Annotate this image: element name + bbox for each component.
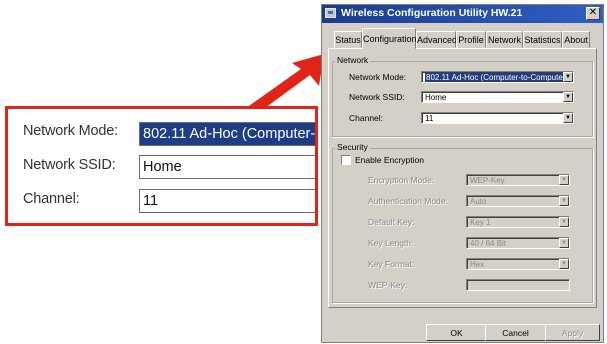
key-length-label: Key Length: [368, 238, 414, 248]
tab-advanced[interactable]: Advanced [416, 31, 457, 48]
cancel-button[interactable]: Cancel [485, 324, 546, 341]
encryption-mode-select[interactable]: WEP-Key ▼ [466, 174, 570, 186]
encryption-mode-label: Encryption Mode: [368, 175, 435, 185]
encryption-mode-value: WEP-Key [470, 176, 505, 185]
apply-button[interactable]: Apply [545, 324, 600, 341]
tab-profile[interactable]: Profile [456, 31, 486, 48]
default-key-select[interactable]: Key 1 ▼ [466, 216, 570, 228]
enable-encryption-checkbox[interactable] [341, 155, 351, 165]
tab-statistics[interactable]: Statistics [523, 31, 562, 48]
channel-label: Channel: [349, 113, 384, 123]
key-format-select[interactable]: Hex ▼ [466, 258, 570, 270]
chevron-down-icon[interactable]: ▼ [559, 217, 569, 227]
channel-value: 11 [425, 114, 434, 123]
zoom-network-mode-label: Network Mode: [23, 123, 118, 139]
tab-status[interactable]: Status [334, 31, 362, 48]
title-bar[interactable]: Wireless Configuration Utility HW.21 ✕ [322, 5, 603, 23]
app-icon [325, 8, 336, 18]
tab-configuration[interactable]: Configuration [362, 28, 417, 49]
network-group-label: Network [335, 55, 371, 65]
ok-button[interactable]: OK [426, 324, 487, 341]
enable-encryption-label: Enable Encryption [355, 155, 424, 165]
default-key-value: Key 1 [470, 218, 491, 227]
channel-select[interactable]: 11 ▼ [421, 112, 574, 124]
zoom-network-ssid-label: Network SSID: [23, 157, 116, 173]
authentication-mode-label: Authentication Mode: [368, 196, 448, 206]
tab-about[interactable]: About [562, 31, 590, 48]
authentication-mode-select[interactable]: Auto ▼ [466, 195, 570, 207]
chevron-down-icon[interactable]: ▼ [559, 196, 569, 206]
authentication-mode-value: Auto [470, 197, 487, 206]
key-format-value: Hex [470, 260, 485, 269]
zoom-channel-label: Channel: [23, 191, 80, 207]
security-group-label: Security [335, 142, 370, 152]
window-title: Wireless Configuration Utility HW.21 [341, 7, 523, 19]
chevron-down-icon[interactable]: ▼ [563, 72, 573, 82]
default-key-label: Default Key: [368, 217, 415, 227]
close-icon: ✕ [588, 7, 598, 18]
config-dialog: Wireless Configuration Utility HW.21 ✕ S… [321, 4, 604, 343]
close-button[interactable]: ✕ [586, 7, 600, 20]
tab-network[interactable]: Network [486, 31, 523, 48]
arrow-shape [246, 54, 324, 108]
network-ssid-combo[interactable]: Home ▼ [421, 91, 574, 103]
chevron-down-icon[interactable]: ▼ [559, 175, 569, 185]
wep-key-input[interactable] [466, 279, 570, 291]
network-mode-label: Network Mode: [349, 72, 407, 82]
key-format-label: Key Format: [368, 259, 415, 269]
chevron-down-icon[interactable]: ▼ [559, 238, 569, 248]
zoom-network-ssid-field: Home [139, 155, 315, 179]
zoom-channel-field: 11 [139, 189, 315, 213]
chevron-down-icon[interactable]: ▼ [559, 259, 569, 269]
key-length-value: 40 / 64 Bit [470, 239, 507, 248]
chevron-down-icon[interactable]: ▼ [563, 92, 573, 102]
network-ssid-value: Home [425, 93, 447, 102]
wep-key-label: WEP-Key: [368, 280, 408, 290]
network-mode-value: 802.11 Ad-Hoc (Computer-to-Computer) [425, 73, 570, 82]
zoom-callout: Network Mode: 802.11 Ad-Hoc (Computer-to… [5, 106, 318, 226]
key-length-select[interactable]: 40 / 64 Bit ▼ [466, 237, 570, 249]
zoom-network-mode-field: 802.11 Ad-Hoc (Computer-to- [139, 122, 315, 146]
network-mode-select[interactable]: 802.11 Ad-Hoc (Computer-to-Computer) ▼ [421, 71, 574, 83]
chevron-down-icon[interactable]: ▼ [563, 113, 573, 123]
network-ssid-label: Network SSID: [349, 92, 405, 102]
